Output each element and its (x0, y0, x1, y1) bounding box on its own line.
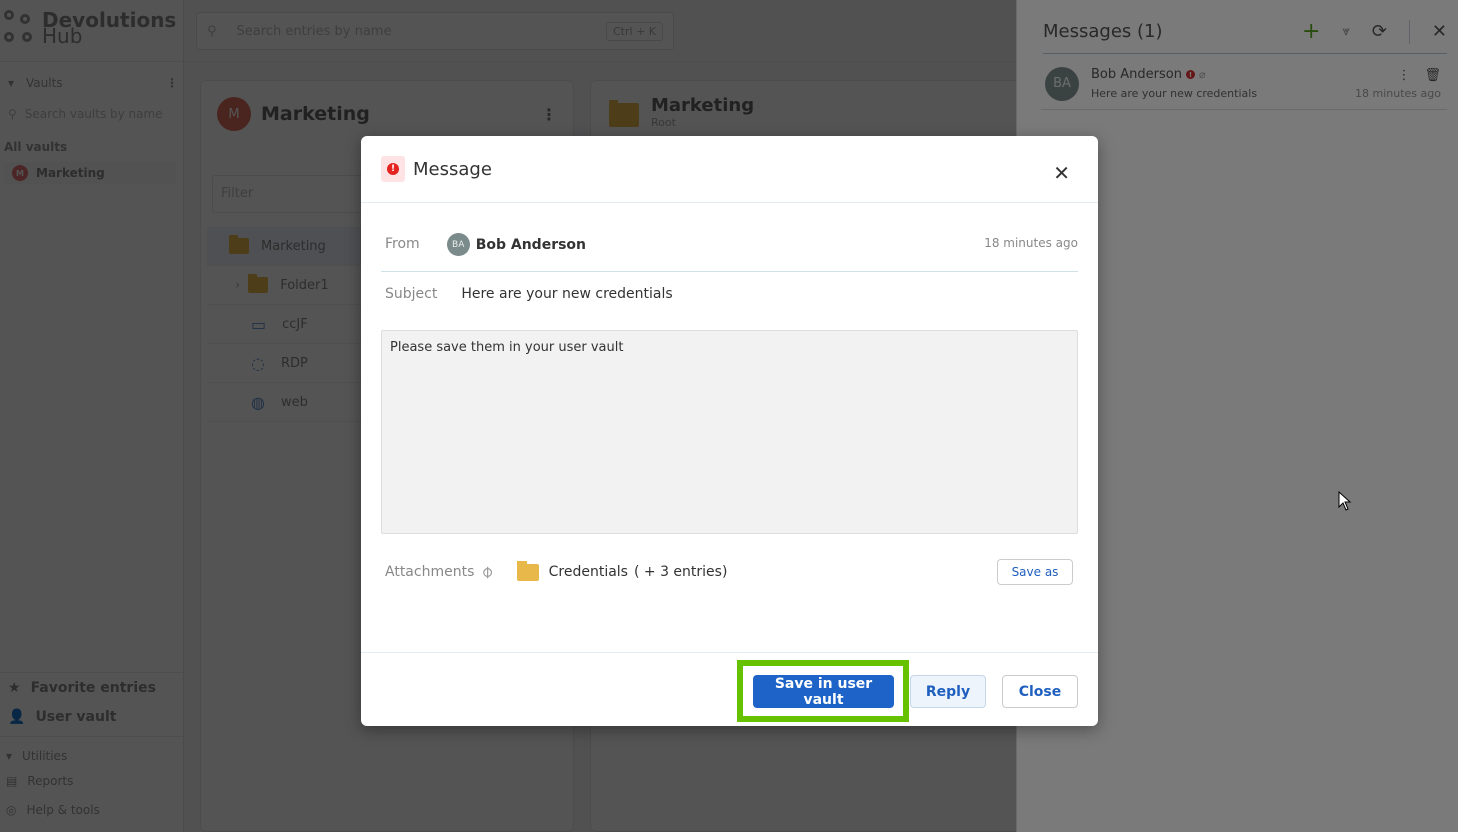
close-icon[interactable]: ✕ (1053, 161, 1070, 185)
attachment-count: ( + 3 entries) (633, 564, 728, 580)
reply-button[interactable]: Reply (910, 675, 986, 708)
sender-avatar: BA (446, 233, 470, 256)
sender-name: Bob Anderson (475, 236, 587, 253)
save-as-button[interactable]: Save as (997, 559, 1073, 585)
attachment-name[interactable]: Credentials (549, 564, 628, 580)
subject-value: Here are your new credentials (461, 286, 673, 302)
from-row: From BA Bob Anderson 18 minutes ago (381, 228, 1078, 272)
mouse-cursor-icon (1338, 491, 1352, 511)
dialog-title: Message (413, 158, 492, 180)
close-button[interactable]: Close (1002, 675, 1078, 708)
folder-icon (516, 560, 539, 581)
attachments-label: Attachments (385, 564, 475, 580)
message-body: Please save them in your user vault (381, 330, 1078, 534)
save-in-user-vault-button[interactable]: Save in user vault (753, 675, 894, 708)
paperclip-icon: ⌀ (476, 561, 499, 583)
attachments-row: Attachments ⌀ Credentials ( + 3 entries)… (385, 559, 1073, 585)
subject-row: Subject Here are your new credentials (385, 286, 673, 302)
message-time: 18 minutes ago (984, 236, 1078, 250)
message-dialog: ! Message ✕ From BA Bob Anderson 18 minu… (361, 136, 1098, 726)
from-label: From (385, 236, 420, 252)
subject-label: Subject (385, 286, 438, 302)
alert-icon: ! (381, 156, 405, 182)
dialog-footer: Save in user vault Reply Close (361, 652, 1098, 726)
